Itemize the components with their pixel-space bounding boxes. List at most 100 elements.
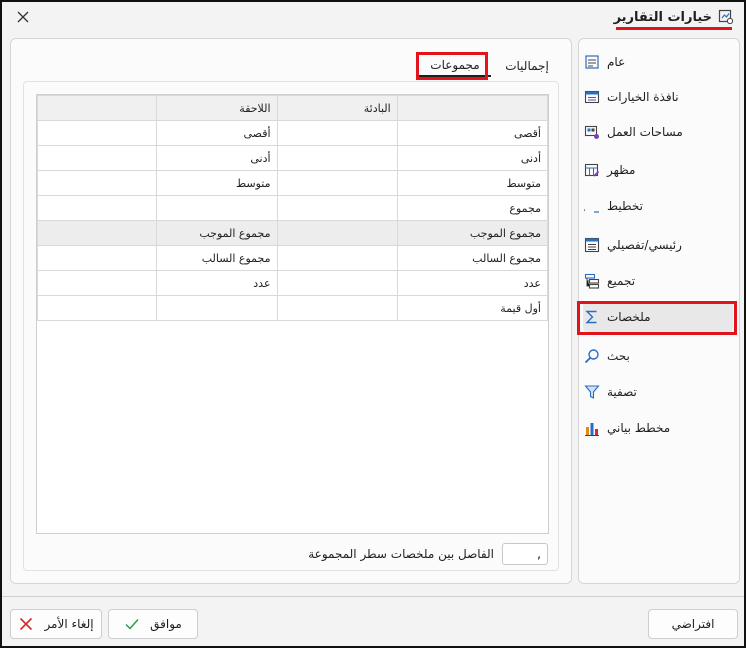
table-cell[interactable]: [37, 120, 157, 146]
svg-text:A: A: [584, 200, 585, 214]
table-cell[interactable]: متوسط: [396, 170, 549, 196]
checkmark-icon: [124, 616, 140, 632]
table-cell[interactable]: [37, 170, 157, 196]
tab-groups[interactable]: مجموعات: [419, 55, 491, 77]
general-icon: [583, 53, 601, 71]
table-cell[interactable]: متوسط: [155, 170, 278, 196]
x-icon: [18, 616, 34, 632]
tab-totals[interactable]: إجماليات: [497, 55, 557, 77]
appearance-icon: [583, 161, 601, 179]
table-cell[interactable]: [276, 195, 398, 221]
table-cell[interactable]: عدد: [155, 270, 278, 296]
sidebar-item-grouping[interactable]: تجميع: [583, 266, 733, 296]
grouping-icon: [583, 272, 601, 290]
table-cell[interactable]: [276, 170, 398, 196]
table-cell[interactable]: [155, 195, 278, 221]
bar-chart-icon: [583, 419, 601, 437]
separator-input[interactable]: [502, 543, 548, 565]
sidebar-item-general[interactable]: عام: [583, 47, 733, 77]
sidebar-item-chart[interactable]: مخطط بياني: [583, 413, 733, 443]
table-cell[interactable]: مجموع السالب: [396, 245, 549, 271]
title-highlight-underline: [616, 27, 732, 30]
ok-button-label: موافق: [150, 617, 182, 631]
sidebar-item-label: مخطط بياني: [607, 421, 671, 435]
layout-icon: A: [583, 197, 601, 215]
options-sidebar: عام نافذة الخيارات مساحات العمل مظهر A ت…: [578, 38, 740, 584]
table-cell[interactable]: [276, 295, 398, 321]
separator-row: الفاصل بين ملخصات سطر المجموعة: [308, 542, 548, 566]
table-cell[interactable]: [276, 245, 398, 271]
sidebar-item-label: عام: [607, 55, 626, 69]
table-row[interactable]: متوسط متوسط: [37, 170, 549, 196]
default-button-label: افتراضي: [671, 617, 715, 631]
sidebar-item-summaries[interactable]: ملخصات: [583, 302, 733, 332]
sidebar-item-options-window[interactable]: نافذة الخيارات: [583, 82, 733, 112]
report-options-dialog: خيارات التقارير عام نافذة الخيارات مساحا…: [0, 0, 746, 648]
table-row[interactable]: عدد عدد: [37, 270, 549, 296]
sidebar-item-label: نافذة الخيارات: [607, 90, 679, 104]
table-row[interactable]: أول قيمة: [37, 295, 549, 321]
sidebar-item-master-detail[interactable]: رئيسي/تفصيلي: [583, 230, 733, 260]
table-cell[interactable]: [276, 145, 398, 171]
cancel-button-label: إلغاء الأمر: [44, 617, 94, 631]
table-cell[interactable]: [37, 295, 157, 321]
summaries-panel: إجماليات مجموعات البادئة اللاحقة أقصى أق…: [10, 38, 572, 584]
table-header-row: البادئة اللاحقة: [37, 95, 549, 121]
column-header-prefix: البادئة: [276, 95, 398, 121]
table-cell[interactable]: أقصى: [396, 120, 549, 146]
sidebar-item-label: مظهر: [607, 163, 636, 177]
footer-divider: [2, 596, 744, 597]
table-cell[interactable]: أدنى: [155, 145, 278, 171]
table-row[interactable]: مجموع: [37, 195, 549, 221]
sidebar-item-label: تجميع: [607, 274, 636, 288]
workspaces-icon: [583, 123, 601, 141]
table-row[interactable]: أقصى أقصى: [37, 120, 549, 146]
table-cell[interactable]: [37, 145, 157, 171]
sidebar-item-label: تخطيط: [607, 199, 643, 213]
table-cell[interactable]: [276, 270, 398, 296]
cancel-button[interactable]: إلغاء الأمر: [10, 609, 102, 639]
table-cell[interactable]: مجموع الموجب: [155, 220, 278, 246]
table-cell[interactable]: [276, 120, 398, 146]
table-row[interactable]: مجموع السالب مجموع السالب: [37, 245, 549, 271]
sidebar-item-label: بحث: [607, 349, 630, 363]
sidebar-item-appearance[interactable]: مظهر: [583, 155, 733, 185]
ok-button[interactable]: موافق: [108, 609, 198, 639]
sidebar-item-label: رئيسي/تفصيلي: [607, 238, 682, 252]
dialog-title: خيارات التقارير: [613, 9, 712, 25]
table-cell[interactable]: [37, 220, 157, 246]
table-cell[interactable]: أدنى: [396, 145, 549, 171]
table-cell[interactable]: مجموع: [396, 195, 549, 221]
groups-tab-content: البادئة اللاحقة أقصى أقصى أدنى أدنى متوس…: [23, 81, 559, 571]
sidebar-item-search[interactable]: بحث: [583, 341, 733, 371]
sidebar-item-label: ملخصات: [607, 310, 651, 324]
options-window-icon: [583, 88, 601, 106]
filter-icon: [583, 383, 601, 401]
title-group: خيارات التقارير: [614, 6, 734, 28]
sidebar-item-label: مساحات العمل: [607, 125, 683, 139]
summaries-table: البادئة اللاحقة أقصى أقصى أدنى أدنى متوس…: [37, 95, 549, 321]
sidebar-item-layout[interactable]: A تخطيط: [583, 191, 733, 221]
column-header-extra: [37, 95, 157, 121]
separator-label: الفاصل بين ملخصات سطر المجموعة: [308, 547, 494, 561]
table-cell[interactable]: [155, 295, 278, 321]
table-cell[interactable]: [37, 195, 157, 221]
summaries-grid: البادئة اللاحقة أقصى أقصى أدنى أدنى متوس…: [36, 94, 549, 534]
report-settings-icon: [718, 9, 734, 25]
sidebar-item-workspaces[interactable]: مساحات العمل: [583, 117, 733, 147]
table-cell[interactable]: [37, 245, 157, 271]
table-cell[interactable]: أول قيمة: [396, 295, 549, 321]
table-cell[interactable]: عدد: [396, 270, 549, 296]
table-cell[interactable]: [276, 220, 398, 246]
sidebar-item-filter[interactable]: تصفية: [583, 377, 733, 407]
default-button[interactable]: افتراضي: [648, 609, 738, 639]
table-cell[interactable]: [37, 270, 157, 296]
sigma-icon: [583, 308, 601, 326]
table-cell[interactable]: أقصى: [155, 120, 278, 146]
table-row[interactable]: مجموع الموجب مجموع الموجب: [37, 220, 549, 246]
table-cell[interactable]: مجموع الموجب: [396, 220, 549, 246]
master-detail-icon: [583, 236, 601, 254]
table-row[interactable]: أدنى أدنى: [37, 145, 549, 171]
table-cell[interactable]: مجموع السالب: [155, 245, 278, 271]
close-button[interactable]: [12, 7, 34, 29]
